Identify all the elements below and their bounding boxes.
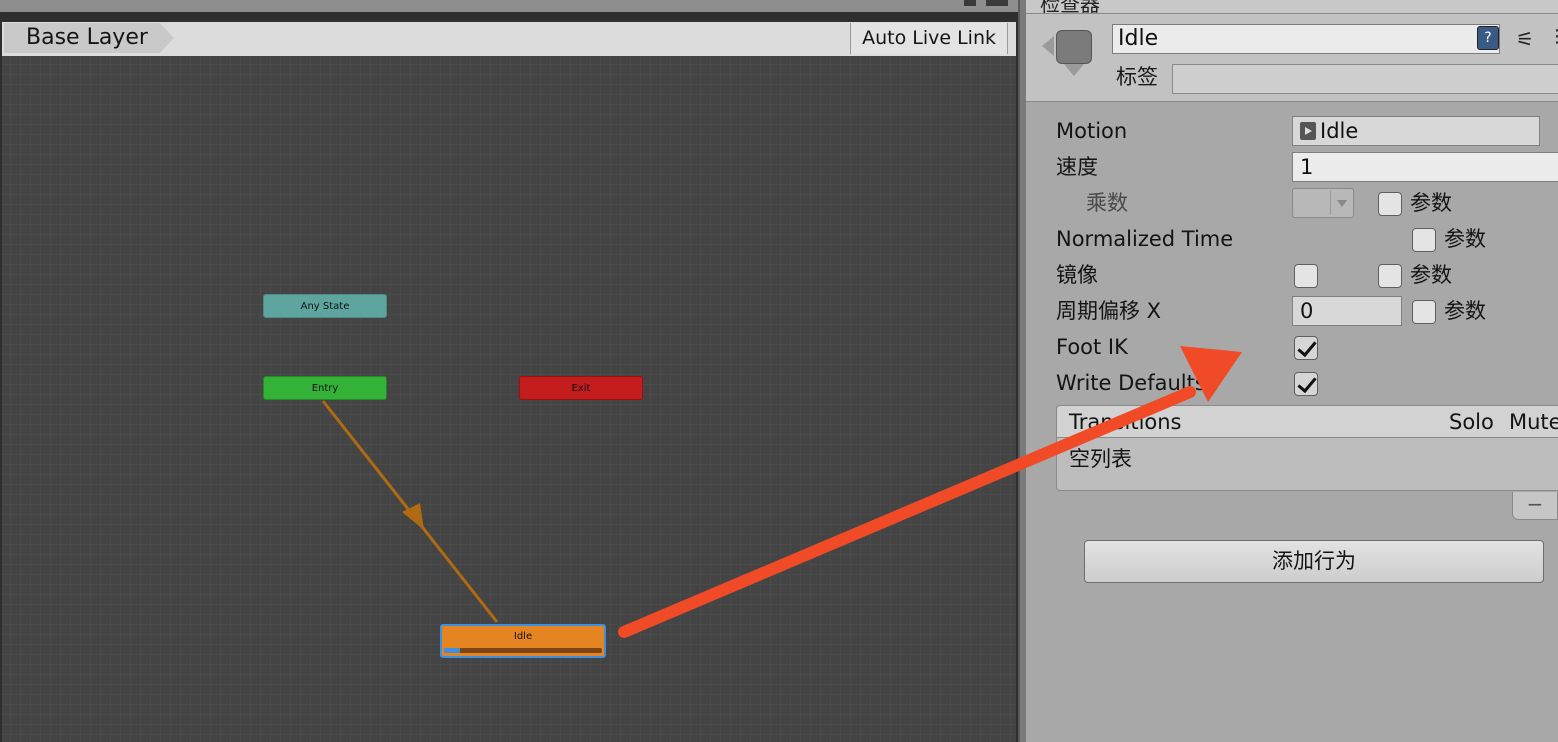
idle-progress-bar (444, 648, 602, 653)
multiplier-dropdown[interactable] (1292, 188, 1354, 218)
state-icon (1056, 30, 1092, 64)
list-menu-icon[interactable] (986, 0, 1008, 6)
write-defaults-checkbox[interactable] (1294, 372, 1318, 396)
any-state-node[interactable]: Any State (263, 294, 387, 318)
breadcrumb[interactable]: Base Layer (4, 23, 174, 53)
state-name-field[interactable]: Idle (1112, 24, 1500, 54)
inspector-panel: 检查器 Idle ? ⚟ ⋮ 标签 Motion Idle 速度 1 乘数 参数… (1026, 0, 1558, 742)
help-icon[interactable]: ? (1477, 26, 1499, 50)
cycle-offset-field[interactable]: 0 (1292, 296, 1402, 326)
multiplier-param-checkbox[interactable] (1378, 192, 1402, 216)
transitions-title: Transitions (1069, 410, 1182, 434)
state-arrow-left-icon (1042, 36, 1054, 56)
exit-node[interactable]: Exit (519, 376, 643, 400)
normalized-time-param-label: 参数 (1444, 227, 1486, 251)
cycle-offset-param-checkbox[interactable] (1412, 300, 1436, 324)
transitions-empty-text: 空列表 (1069, 447, 1132, 471)
add-behaviour-button[interactable]: 添加行为 (1084, 540, 1544, 583)
more-icon[interactable]: ⋮ (1548, 26, 1558, 48)
panel-menu-icon[interactable] (964, 0, 976, 6)
inspector-tab[interactable]: 检查器 (1040, 0, 1100, 13)
inspector-header: Idle ? ⚟ ⋮ 标签 (1026, 14, 1558, 102)
minus-icon: − (1526, 492, 1544, 516)
tag-label: 标签 (1116, 65, 1158, 89)
remove-transition-button[interactable]: − (1512, 492, 1558, 520)
transitions-list: Transitions Solo Mute 空列表 (1056, 405, 1558, 491)
motion-label: Motion (1056, 119, 1128, 143)
state-arrow-down-icon (1064, 64, 1084, 76)
mute-column-header: Mute (1509, 410, 1558, 434)
mirror-label: 镜像 (1056, 263, 1098, 287)
idle-node-label: Idle (513, 631, 533, 642)
speed-label: 速度 (1056, 155, 1098, 179)
normalized-time-label: Normalized Time (1056, 227, 1234, 251)
transitions-header: Transitions Solo Mute (1057, 406, 1558, 438)
multiplier-param-label: 参数 (1410, 191, 1452, 215)
clip-icon (1300, 122, 1316, 140)
solo-column-header: Solo (1449, 410, 1494, 434)
idle-state-node[interactable]: Idle (440, 624, 606, 658)
speed-field[interactable]: 1 (1292, 152, 1558, 182)
multiplier-label: 乘数 (1086, 191, 1128, 215)
cycle-offset-param-label: 参数 (1444, 299, 1486, 323)
dropdown-arrow-icon (1337, 200, 1347, 207)
settings-icon[interactable]: ⚟ (1514, 28, 1536, 50)
idle-progress-fill (444, 648, 460, 653)
mirror-param-label: 参数 (1410, 263, 1452, 287)
entry-node[interactable]: Entry (263, 376, 387, 400)
dropdown-separator (1330, 191, 1331, 215)
motion-value: Idle (1320, 119, 1359, 143)
panel-divider[interactable] (1018, 0, 1026, 742)
auto-live-link-button[interactable]: Auto Live Link (850, 23, 1008, 54)
inspector-tab-bar: 检查器 (1026, 0, 1558, 14)
foot-ik-checkbox[interactable] (1294, 336, 1318, 360)
tag-field[interactable] (1172, 64, 1558, 94)
foot-ik-label: Foot IK (1056, 335, 1128, 359)
write-defaults-label: Write Defaults (1056, 371, 1206, 395)
top-strip (0, 0, 1018, 12)
mirror-param-checkbox[interactable] (1378, 264, 1402, 288)
normalized-time-param-checkbox[interactable] (1412, 228, 1436, 252)
motion-field[interactable]: Idle (1292, 116, 1540, 146)
mirror-checkbox[interactable] (1294, 264, 1318, 288)
cycle-offset-label: 周期偏移 X (1056, 299, 1162, 323)
